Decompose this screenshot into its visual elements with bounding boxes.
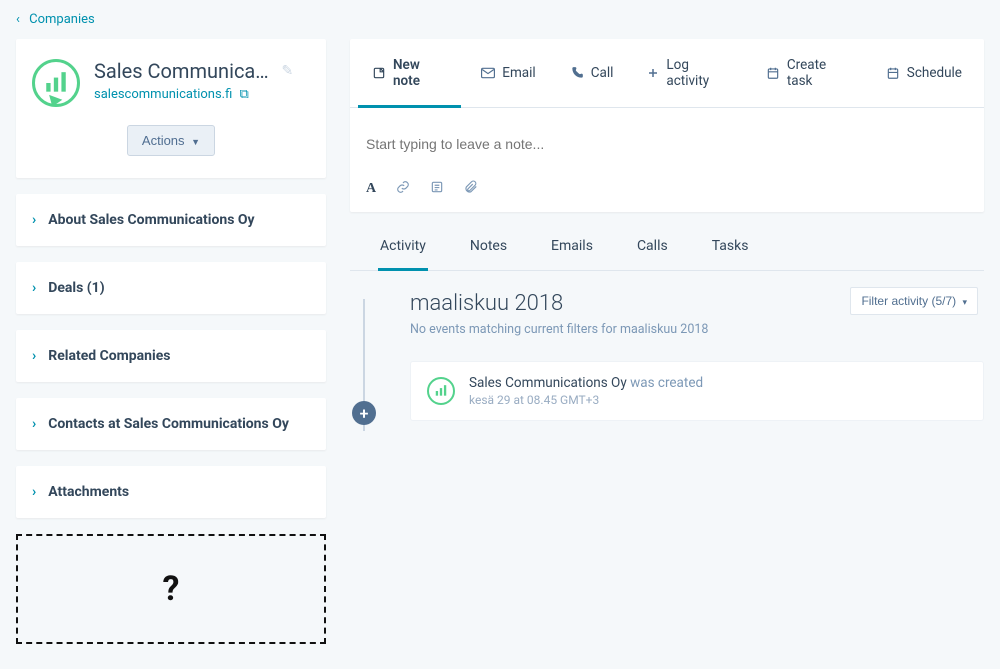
chevron-right-icon: › bbox=[32, 348, 36, 364]
chevron-right-icon: › bbox=[32, 212, 36, 228]
event-subject: Sales Communications Oy bbox=[469, 375, 627, 391]
note-input[interactable] bbox=[350, 108, 984, 168]
note-icon bbox=[372, 66, 386, 80]
tab-label: Schedule bbox=[907, 65, 962, 81]
event-timestamp: kesä 29 at 08.45 GMT+3 bbox=[469, 393, 703, 407]
sidebar-section-contacts[interactable]: › Contacts at Sales Communications Oy bbox=[16, 398, 326, 450]
caret-down-icon: ▼ bbox=[191, 137, 200, 147]
breadcrumb-link[interactable]: Companies bbox=[29, 12, 95, 27]
activity-tab-notes[interactable]: Notes bbox=[468, 222, 509, 271]
tab-label: Email bbox=[502, 65, 535, 81]
section-title: About Sales Communications Oy bbox=[48, 212, 254, 228]
add-event-button[interactable]: + bbox=[352, 401, 376, 425]
pencil-icon[interactable]: ✎ bbox=[281, 63, 293, 79]
filter-label: Filter activity (5/7) bbox=[861, 294, 956, 308]
tab-label: Call bbox=[591, 65, 614, 81]
company-header-card: Sales Communicati... ✎ salescommunicatio… bbox=[16, 39, 326, 178]
chevron-right-icon: › bbox=[32, 280, 36, 296]
activity-tab-emails[interactable]: Emails bbox=[549, 222, 595, 271]
filter-activity-button[interactable]: Filter activity (5/7) ▾ bbox=[850, 287, 978, 315]
company-domain-text: salescommunications.fi bbox=[94, 87, 232, 102]
compose-tab-call[interactable]: Call bbox=[556, 39, 628, 108]
main-column: New note Email Call Log activity Create … bbox=[350, 39, 984, 441]
section-title: Deals (1) bbox=[48, 280, 104, 296]
company-domain-link[interactable]: salescommunications.fi ⧉ bbox=[94, 87, 249, 102]
link-icon[interactable] bbox=[396, 180, 410, 198]
snippet-icon[interactable] bbox=[430, 180, 444, 198]
sidebar-section-attachments[interactable]: › Attachments bbox=[16, 466, 326, 518]
activity-tab-tasks[interactable]: Tasks bbox=[710, 222, 751, 271]
compose-tab-schedule[interactable]: Schedule bbox=[872, 39, 976, 108]
task-icon bbox=[766, 66, 780, 80]
activity-tab-calls[interactable]: Calls bbox=[635, 222, 670, 271]
question-mark-icon: ? bbox=[163, 569, 180, 609]
chevron-left-icon: ‹ bbox=[16, 12, 20, 27]
company-logo-icon bbox=[32, 59, 80, 107]
timeline: Filter activity (5/7) ▾ maaliskuu 2018 N… bbox=[350, 271, 984, 441]
email-icon bbox=[481, 67, 495, 79]
calendar-icon bbox=[886, 66, 900, 80]
section-title: Related Companies bbox=[48, 348, 170, 364]
timeline-event-card[interactable]: Sales Communications Oy was created kesä… bbox=[410, 361, 984, 421]
compose-tabs: New note Email Call Log activity Create … bbox=[350, 39, 984, 108]
tab-label: New note bbox=[393, 57, 447, 89]
sidebar: Sales Communicati... ✎ salescommunicatio… bbox=[16, 39, 326, 644]
event-verb: was created bbox=[630, 375, 703, 391]
text-format-icon[interactable]: A bbox=[366, 181, 376, 197]
actions-button[interactable]: Actions ▼ bbox=[127, 125, 215, 156]
tab-label: Create task bbox=[787, 57, 852, 89]
chevron-right-icon: › bbox=[32, 416, 36, 432]
activity-tabs: Activity Notes Emails Calls Tasks bbox=[350, 222, 984, 271]
external-link-icon: ⧉ bbox=[240, 87, 249, 102]
caret-down-icon: ▾ bbox=[962, 297, 967, 307]
tab-label: Log activity bbox=[666, 57, 731, 89]
compose-tab-email[interactable]: Email bbox=[467, 39, 549, 108]
compose-panel: New note Email Call Log activity Create … bbox=[350, 39, 984, 212]
plus-icon bbox=[647, 67, 659, 79]
sidebar-section-related[interactable]: › Related Companies bbox=[16, 330, 326, 382]
mystery-placeholder: ? bbox=[16, 534, 326, 644]
sidebar-section-about[interactable]: › About Sales Communications Oy bbox=[16, 194, 326, 246]
sidebar-section-deals[interactable]: › Deals (1) bbox=[16, 262, 326, 314]
company-icon bbox=[427, 377, 455, 405]
compose-toolbar: A bbox=[350, 168, 984, 212]
event-text: Sales Communications Oy was created kesä… bbox=[469, 375, 703, 407]
chevron-right-icon: › bbox=[32, 484, 36, 500]
company-name: Sales Communicati... bbox=[94, 59, 274, 83]
section-title: Attachments bbox=[48, 484, 129, 500]
actions-label: Actions bbox=[142, 133, 185, 148]
attachment-icon[interactable] bbox=[464, 180, 478, 198]
section-title: Contacts at Sales Communications Oy bbox=[48, 416, 289, 432]
no-events-message: No events matching current filters for m… bbox=[410, 322, 984, 337]
activity-tab-activity[interactable]: Activity bbox=[378, 222, 428, 271]
compose-tab-create-task[interactable]: Create task bbox=[752, 39, 866, 108]
phone-icon bbox=[570, 66, 584, 80]
breadcrumb[interactable]: ‹ Companies bbox=[0, 0, 1000, 39]
compose-tab-new-note[interactable]: New note bbox=[358, 39, 461, 108]
compose-tab-log-activity[interactable]: Log activity bbox=[633, 39, 745, 108]
